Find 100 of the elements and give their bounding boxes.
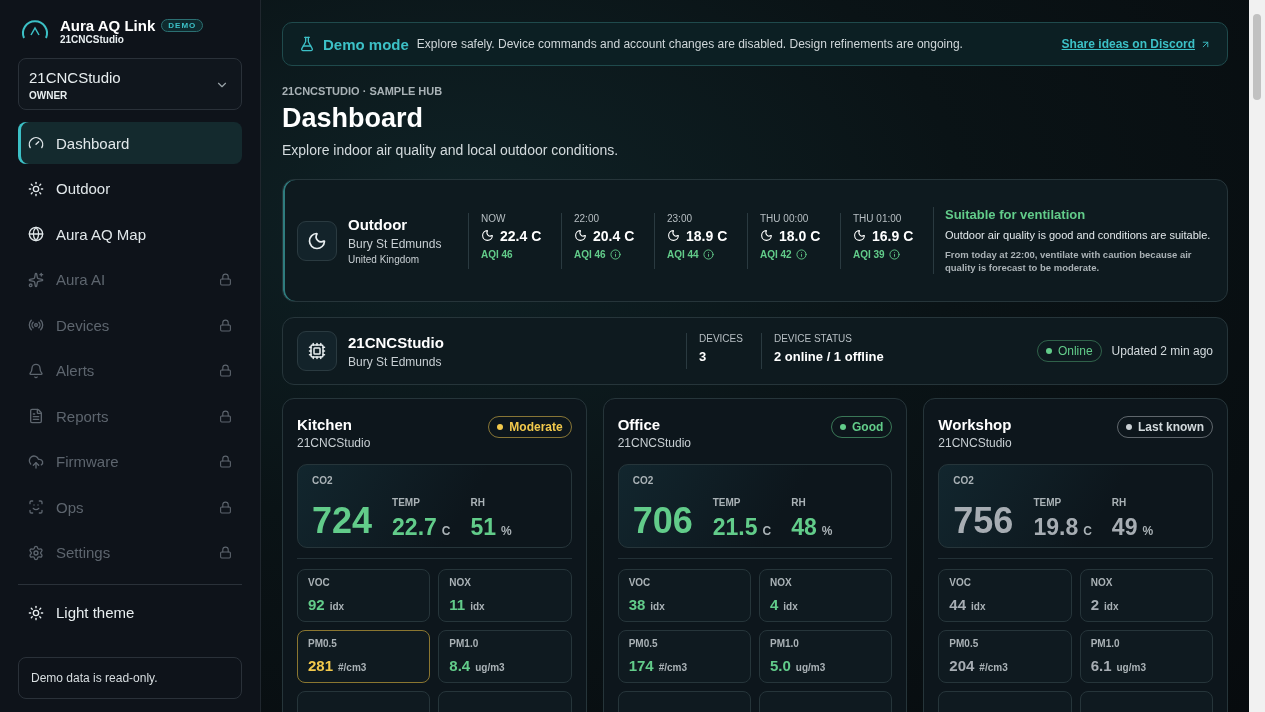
reading-label: TEMP (1033, 497, 1063, 508)
stat-value: 2 online / 1 offline (773, 349, 884, 364)
outdoor-title: Outdoor (348, 216, 409, 233)
reading-label: CO2 (632, 475, 655, 486)
stat-label: DEVICE STATUS (773, 333, 853, 344)
forecast-temp: 20.4 C (593, 227, 635, 244)
hub-name: 21CNCStudio (348, 333, 445, 351)
hub-name: 21CNCStudio (938, 436, 1012, 450)
info-icon[interactable] (795, 248, 807, 260)
metric-value: 204 #/cm3 (949, 657, 1009, 674)
sun-icon (28, 604, 44, 621)
metric-value: 38 idx (628, 596, 666, 613)
nav-item[interactable]: Dashboard (18, 122, 242, 164)
metric-label: PM0.5 (949, 638, 980, 649)
lock-icon (219, 273, 232, 286)
metric-label: PM1.0 (770, 638, 800, 649)
room-name: Office (617, 416, 662, 433)
hub-name: 21CNCStudio (297, 436, 371, 450)
moon-icon (481, 229, 494, 242)
discord-link[interactable]: Share ideas on Discord (1061, 37, 1211, 51)
reading-value: 19.8 C (1033, 516, 1092, 539)
info-icon[interactable] (702, 248, 714, 260)
metric-value: 11 idx (449, 596, 486, 613)
metric-label: NOX (449, 577, 472, 588)
moon-icon (667, 229, 680, 242)
scrollbar[interactable] (1249, 0, 1265, 712)
reading-label: TEMP (392, 497, 421, 508)
moon-icon (760, 229, 773, 242)
metric-label: NOX (770, 577, 793, 588)
advice-note: From today at 22:00, ventilate with caution because air quality is forecast to be moderate. (945, 247, 1193, 275)
workspace-selector[interactable]: 21CNCStudio OWNER (18, 58, 242, 110)
radio-icon (28, 317, 44, 333)
forecast-time: THU 00:00 (760, 212, 810, 224)
stat-value: 3 (699, 349, 708, 364)
advice-text: Outdoor air quality is good and conditions are suitable. (945, 227, 1212, 242)
nav-item[interactable]: Devices (18, 304, 242, 346)
metric-value: 174 #/cm3 (628, 657, 689, 674)
forecast-temp: 18.0 C (779, 227, 821, 244)
reading-value: 22.7 C (392, 516, 451, 539)
room-name: Kitchen (297, 416, 353, 433)
document-icon (28, 408, 44, 424)
metric-label: NOX (1090, 577, 1114, 588)
country: United Kingdom (348, 254, 421, 265)
reading-label: TEMP (712, 497, 742, 508)
info-icon[interactable] (888, 248, 900, 260)
demo-badge: DEMO (161, 19, 204, 32)
nav-item[interactable]: Reports (18, 395, 242, 437)
nav-item[interactable]: Alerts (18, 349, 242, 392)
banner-text: Explore safely. Device commands and account changes are disabled. Design refinements are ongoing. (416, 37, 964, 51)
nav-item[interactable]: Aura AI (18, 258, 242, 301)
forecast-temp: 16.9 C (872, 227, 914, 244)
lock-icon (219, 455, 232, 468)
cloud-upload-icon (28, 453, 44, 470)
nav-item[interactable]: Aura AQ Map (18, 213, 242, 255)
metric-value: 8.4 ug/m3 (449, 657, 506, 674)
page-title: Dashboard (282, 103, 425, 134)
reading-label: RH (791, 497, 807, 508)
metric-value: 92 idx (308, 596, 346, 613)
forecast-time: 23:00 (667, 212, 694, 224)
gauge-icon (28, 135, 44, 151)
org-name: 21CNCStudio (60, 34, 125, 45)
stat-label: DEVICES (699, 333, 743, 344)
flask-icon (299, 36, 315, 52)
scan-icon (28, 499, 44, 515)
reading-value: 49 % (1111, 516, 1154, 539)
lock-icon (219, 409, 232, 423)
banner-title: Demo mode (323, 35, 409, 53)
metric-value: 6.1 ug/m3 (1090, 657, 1147, 674)
reading-label: CO2 (312, 475, 334, 486)
co2-value: 724 (312, 503, 373, 539)
forecast-temp: 22.4 C (500, 227, 542, 244)
location: Bury St Edmunds (348, 237, 443, 251)
nav-item[interactable]: Ops (18, 486, 242, 528)
forecast-aqi: AQI 46 (574, 248, 606, 260)
forecast-aqi: AQI 44 (667, 248, 699, 260)
metric-value: 4 idx (770, 596, 799, 613)
nav-item[interactable]: Settings (18, 531, 242, 574)
sun-icon (28, 180, 44, 197)
nav-item[interactable]: Firmware (18, 440, 242, 483)
moon-icon (297, 220, 337, 261)
reading-value: 21.5 C (712, 516, 772, 539)
demo-note: Demo data is read-only. (18, 657, 242, 699)
forecast-aqi: AQI 46 (481, 248, 513, 260)
lock-icon (219, 318, 232, 332)
reading-label: RH (1111, 497, 1128, 508)
updated-time: Updated 2 min ago (1111, 344, 1213, 358)
theme-toggle[interactable]: Light theme (18, 592, 242, 633)
reading-value: 48 % (791, 516, 833, 539)
page-subtitle: Explore indoor air quality and local outdoor conditions. (282, 142, 620, 158)
info-icon[interactable] (609, 248, 621, 260)
sparkles-icon (28, 271, 44, 288)
settings-icon (28, 544, 44, 561)
moon-icon (574, 229, 587, 242)
metric-label: VOC (308, 577, 331, 588)
bell-icon (28, 362, 44, 379)
metric-value: 44 idx (949, 596, 987, 613)
nav-item[interactable]: Outdoor (18, 167, 242, 210)
forecast-time: 22:00 (574, 212, 601, 224)
breadcrumb: 21CNCSTUDIO · SAMPLE HUB (282, 85, 444, 97)
co2-value: 756 (953, 503, 1014, 539)
